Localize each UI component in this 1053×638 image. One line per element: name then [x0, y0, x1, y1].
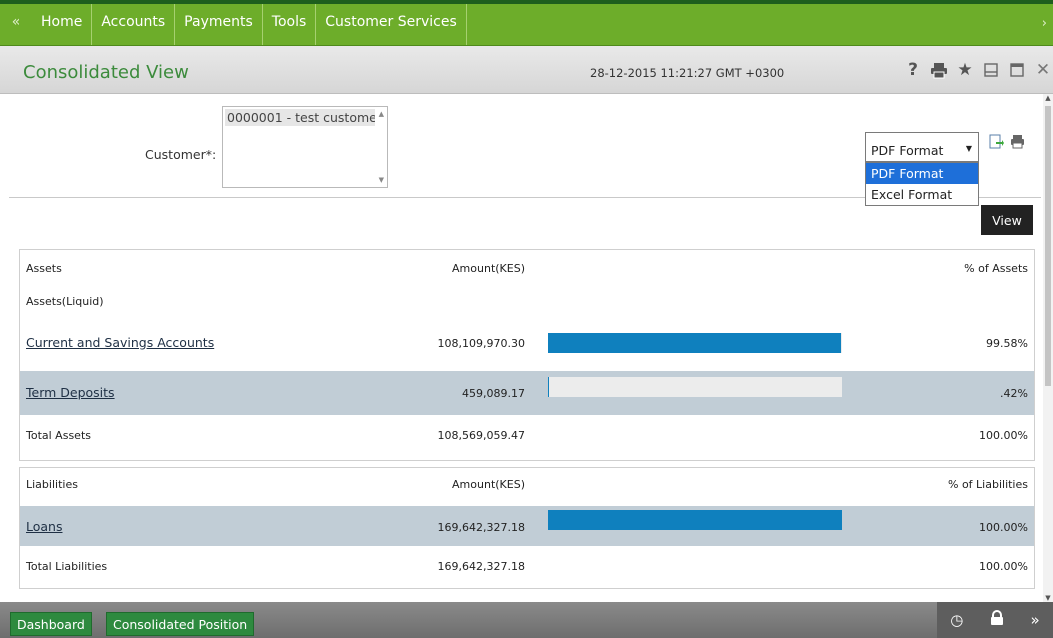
assets-header-label: Assets [26, 262, 62, 275]
print-report-icon[interactable] [1010, 134, 1025, 149]
bottom-taskbar: Dashboard Consolidated Position ◷ » [0, 602, 1053, 638]
customer-filter-row: Customer*: 0000001 - test customer ▲ ▼ P… [9, 94, 1041, 206]
main-content: Customer*: 0000001 - test customer ▲ ▼ P… [9, 94, 1041, 602]
liabilities-pct-header: % of Liabilities [948, 478, 1028, 491]
minimize-icon[interactable] [981, 60, 1001, 80]
clock-icon[interactable]: ◷ [950, 611, 963, 629]
taskbar-tools: ◷ » [937, 602, 1053, 638]
share-bar-fill [548, 510, 842, 530]
liabilities-total-row: Total Liabilities 169,642,327.18 100.00% [20, 550, 1034, 583]
nav-customer-services[interactable]: Customer Services [316, 4, 467, 45]
liabilities-header-row: Liabilities Amount(KES) % of Liabilities [20, 468, 1034, 501]
format-option-pdf[interactable]: PDF Format [866, 163, 978, 184]
assets-header-row: Assets Amount(KES) % of Assets [20, 252, 1034, 285]
total-liabilities-pct: 100.00% [979, 560, 1028, 573]
share-bar-track [548, 377, 842, 397]
restore-icon[interactable] [1007, 60, 1027, 80]
export-format-select[interactable]: PDF Format ▼ [865, 132, 979, 162]
minimize-icon-graphic [984, 63, 998, 77]
total-liabilities-amount: 169,642,327.18 [437, 560, 525, 573]
more-chevron-icon[interactable]: » [1031, 611, 1040, 629]
scroll-down-icon[interactable]: ▼ [1044, 594, 1052, 602]
table-row: Loans 169,642,327.18 100.00% [20, 506, 1034, 546]
assets-total-row: Total Assets 108,569,059.47 100.00% [20, 419, 1034, 452]
share-bar-track [548, 333, 842, 353]
tab-consolidated-position[interactable]: Consolidated Position [106, 612, 255, 636]
restore-icon-graphic [1010, 63, 1024, 77]
share-bar-fill [548, 377, 550, 397]
expand-menu-icon[interactable]: › [1042, 16, 1047, 31]
help-icon[interactable]: ? [903, 60, 923, 80]
nav-payments[interactable]: Payments [175, 4, 263, 45]
row-percentage: 99.58% [986, 337, 1028, 350]
export-actions [989, 134, 1025, 149]
liabilities-header-label: Liabilities [26, 478, 78, 491]
scrollbar-thumb[interactable] [1045, 106, 1051, 386]
row-percentage: 100.00% [979, 521, 1028, 534]
customer-listbox[interactable]: 0000001 - test customer ▲ ▼ [222, 106, 388, 188]
export-format-dropdown: PDF Format Excel Format [865, 162, 979, 206]
favorite-star-icon[interactable]: ★ [955, 60, 975, 80]
print-icon[interactable] [929, 60, 949, 80]
timestamp: 28-12-2015 11:21:27 GMT +0300 [590, 66, 785, 80]
lock-icon-graphic [990, 610, 1003, 625]
table-row: Term Deposits 459,089.17 .42% [20, 371, 1034, 415]
liabilities-table: Liabilities Amount(KES) % of Liabilities… [19, 467, 1035, 589]
liabilities-amount-header: Amount(KES) [452, 478, 525, 491]
view-button[interactable]: View [981, 205, 1033, 235]
listbox-scroll-down-icon[interactable]: ▼ [379, 176, 384, 184]
print-icon-graphic [931, 63, 947, 79]
total-assets-amount: 108,569,059.47 [437, 429, 525, 442]
listbox-scroll-up-icon[interactable]: ▲ [379, 110, 384, 118]
nav-accounts[interactable]: Accounts [92, 4, 176, 45]
customer-option[interactable]: 0000001 - test customer [225, 109, 375, 126]
share-bar-track [548, 510, 842, 530]
collapse-menu-icon[interactable]: « [0, 4, 32, 45]
tab-dashboard[interactable]: Dashboard [10, 612, 92, 636]
nav-tools[interactable]: Tools [263, 4, 317, 45]
row-amount: 108,109,970.30 [437, 337, 525, 350]
top-navigation: « Home Accounts Payments Tools Customer … [0, 0, 1053, 46]
share-bar-fill [548, 333, 841, 353]
window-title-bar: Consolidated View 28-12-2015 11:21:27 GM… [0, 46, 1053, 94]
export-format-value: PDF Format [871, 143, 944, 158]
assets-table: Assets Amount(KES) % of Assets Assets(Li… [19, 249, 1035, 461]
total-assets-pct: 100.00% [979, 429, 1028, 442]
window-tools: ? ★ ✕ [903, 60, 1053, 80]
page-scrollbar[interactable]: ▲ ▼ [1043, 94, 1053, 602]
page-title: Consolidated View [23, 62, 189, 83]
assets-section-row: Assets(Liquid) [20, 292, 1034, 325]
assets-pct-header: % of Assets [964, 262, 1028, 275]
assets-amount-header: Amount(KES) [452, 262, 525, 275]
assets-section-label: Assets(Liquid) [26, 295, 104, 308]
term-deposits-link[interactable]: Term Deposits [26, 385, 115, 400]
row-amount: 459,089.17 [462, 387, 525, 400]
current-savings-link[interactable]: Current and Savings Accounts [26, 335, 214, 350]
format-option-excel[interactable]: Excel Format [866, 184, 978, 205]
total-assets-label: Total Assets [26, 429, 91, 442]
lock-icon[interactable] [990, 610, 1004, 630]
customer-label: Customer*: [145, 147, 217, 162]
row-percentage: .42% [1000, 387, 1028, 400]
scroll-up-icon[interactable]: ▲ [1044, 94, 1052, 102]
row-amount: 169,642,327.18 [437, 521, 525, 534]
export-file-icon[interactable] [989, 134, 1004, 149]
loans-link[interactable]: Loans [26, 519, 63, 534]
chevron-down-icon: ▼ [965, 144, 972, 153]
nav-home[interactable]: Home [32, 4, 93, 45]
table-row: Current and Savings Accounts 108,109,970… [20, 327, 1034, 360]
total-liabilities-label: Total Liabilities [26, 560, 108, 573]
close-icon[interactable]: ✕ [1033, 60, 1053, 80]
